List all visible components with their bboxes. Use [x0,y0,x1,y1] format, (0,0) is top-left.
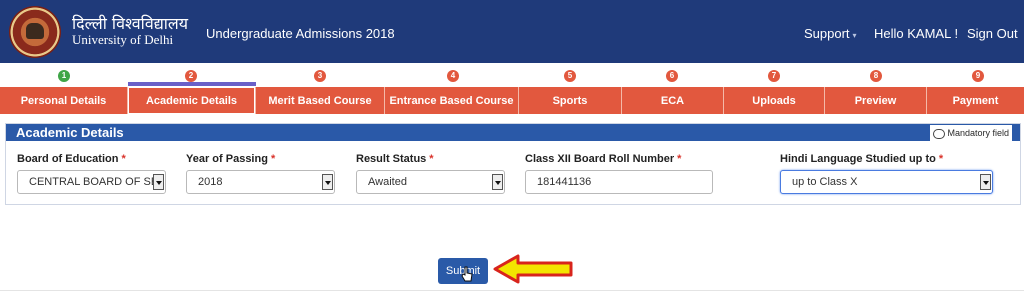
roll-number-input[interactable]: 181441136 [525,170,713,194]
required-marker: * [677,153,682,165]
tab-uploads[interactable]: Uploads [724,87,825,114]
mandatory-marker-icon [933,128,946,139]
required-marker: * [938,153,944,165]
year-of-passing-label: Year of Passing * [186,153,275,165]
board-of-education-label-text: Board of Education [17,153,119,165]
roll-number-label-text: Class XII Board Roll Number [525,153,675,165]
chevron-down-icon [322,174,333,190]
mandatory-note: Mandatory field [930,125,1012,142]
step-1-badge: 1 [58,70,70,82]
step-2-badge: 2 [185,70,197,82]
tab-preview[interactable]: Preview [825,87,927,114]
panel-title: Academic Details [16,125,124,140]
university-logo [9,6,61,58]
tab-merit-based-course[interactable]: Merit Based Course [256,87,385,114]
chevron-down-icon [980,174,991,190]
year-of-passing-value: 2018 [198,176,223,188]
step-9-badge: 9 [972,70,984,82]
hand-pointer-icon [461,266,473,282]
roll-number-value: 181441136 [537,176,592,188]
year-of-passing-label-text: Year of Passing [186,153,268,165]
sign-out-link[interactable]: Sign Out [967,26,1018,41]
step-3-badge: 3 [314,70,326,82]
chevron-down-icon [153,174,164,190]
result-status-value: Awaited [368,176,407,188]
result-status-select[interactable]: Awaited [356,170,505,194]
footer-divider [0,290,1024,291]
board-of-education-value: CENTRAL BOARD OF SE [29,176,159,188]
tab-personal-details[interactable]: Personal Details [0,87,128,114]
university-name-hindi: दिल्ली विश्वविद्यालय [72,14,189,33]
tab-payment[interactable]: Payment [927,87,1024,114]
academic-details-panel: Academic Details Mandatory field Board o… [5,123,1021,205]
hindi-language-label: Hindi Language Studied up to * [780,153,943,165]
university-name-english: University of Delhi [72,32,174,47]
pointer-arrow-icon [493,254,573,284]
chevron-down-icon [492,174,503,190]
step-4-badge: 4 [447,70,459,82]
hindi-language-value: up to Class X [792,176,858,188]
user-greeting: Hello KAMAL ! [874,26,959,41]
tab-eca[interactable]: ECA [622,87,724,114]
tab-academic-details[interactable]: Academic Details [128,87,256,114]
year-of-passing-select[interactable]: 2018 [186,170,335,194]
tab-entrance-based-course[interactable]: Entrance Based Course [385,87,519,114]
board-of-education-label: Board of Education * [17,153,126,165]
elephant-emblem-icon [26,23,44,39]
step-5-badge: 5 [564,70,576,82]
step-7-badge: 7 [768,70,780,82]
step-6-badge: 6 [666,70,678,82]
mandatory-note-text: Mandatory field [947,128,1009,138]
app-title: Undergraduate Admissions 2018 [206,26,395,41]
result-status-label: Result Status * [356,153,434,165]
active-step-indicator [128,82,256,86]
board-of-education-select[interactable]: CENTRAL BOARD OF SE [17,170,166,194]
step-tabs: Personal Details Academic Details Merit … [0,87,1024,114]
step-8-badge: 8 [870,70,882,82]
app-header: दिल्ली विश्वविद्यालय University of Delhi… [0,0,1024,63]
required-marker: * [121,153,126,165]
support-label: Support [804,26,850,41]
tab-sports[interactable]: Sports [519,87,622,114]
hindi-language-label-text: Hindi Language Studied up to [780,153,936,165]
support-menu[interactable]: Support ▾ [804,26,857,41]
roll-number-label: Class XII Board Roll Number * [525,153,681,165]
required-marker: * [270,153,276,165]
panel-header: Academic Details Mandatory field [6,124,1020,142]
chevron-down-icon: ▾ [852,31,857,40]
hindi-language-select[interactable]: up to Class X [780,170,993,194]
result-status-label-text: Result Status [356,153,427,165]
required-marker: * [429,153,434,165]
